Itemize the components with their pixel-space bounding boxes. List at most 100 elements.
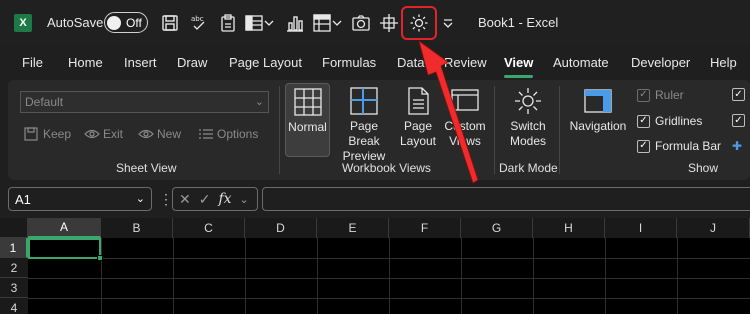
ribbon-separator <box>279 86 280 174</box>
eye-plus-icon <box>138 129 154 139</box>
row-header-3[interactable]: 3 <box>0 278 28 298</box>
grid-line <box>389 238 390 314</box>
new-label: New <box>157 127 182 141</box>
formula-bar-check-box: ✓ <box>637 139 650 153</box>
navigation-button[interactable]: Navigation <box>566 83 630 134</box>
column-header-j[interactable]: J <box>677 218 750 238</box>
column-header-f[interactable]: F <box>389 218 461 238</box>
gridlines-label: Gridlines <box>655 114 703 128</box>
toggle-knob <box>107 15 121 30</box>
chevron-down-icon[interactable] <box>263 12 275 34</box>
save-icon[interactable] <box>159 12 181 34</box>
formula-bar-checkbox[interactable]: ✓ Formula Bar <box>637 139 721 153</box>
options-button[interactable]: Options <box>198 127 258 141</box>
sheet-view-group-label: Sheet View <box>116 161 177 175</box>
freeze-panes-icon[interactable] <box>243 12 265 34</box>
camera-icon[interactable] <box>350 12 372 34</box>
chevron-down-icon-5[interactable]: ⌄ <box>240 193 249 206</box>
exit-button[interactable]: Exit <box>84 127 123 141</box>
select-all-corner[interactable] <box>0 218 28 238</box>
keep-button[interactable]: Keep <box>24 127 71 141</box>
switch-modes-label-1: Switch <box>510 119 546 133</box>
tab-help[interactable]: Help <box>710 55 737 70</box>
tab-data[interactable]: Data <box>397 55 424 70</box>
focus-cell-icon[interactable]: ✚ <box>732 139 742 153</box>
ruler-checkbox[interactable]: ✓ Ruler <box>637 88 684 102</box>
column-header-e[interactable]: E <box>317 218 389 238</box>
cancel-icon[interactable]: ✕ <box>179 191 191 208</box>
options-label: Options <box>217 127 259 141</box>
custom-views-button[interactable]: Custom Views <box>441 83 489 149</box>
show-group-label: Show <box>688 161 719 175</box>
page-layout-icon <box>408 87 429 115</box>
headings-checkbox[interactable]: ✓ <box>732 88 745 101</box>
formula-controls: ✕ ✓ fx ⌄ <box>172 187 258 211</box>
window-title: Book1 - Excel <box>478 15 559 30</box>
custom-views-icon <box>451 89 479 111</box>
page-break-preview-button[interactable]: Page Break Preview <box>333 83 395 164</box>
options-list-icon <box>199 129 213 139</box>
tab-developer[interactable]: Developer <box>631 55 690 70</box>
row-header-4[interactable]: 4 <box>0 298 28 314</box>
chart-icon[interactable] <box>284 12 306 34</box>
dark-mode-group-label: Dark Mode <box>499 161 558 175</box>
headings-check-box: ✓ <box>732 88 745 101</box>
navigation-label: Navigation <box>569 119 627 133</box>
sun-icon <box>515 88 541 114</box>
more-options-icon[interactable]: ⋮ <box>159 191 173 208</box>
tab-formulas[interactable]: Formulas <box>322 55 376 70</box>
chevron-down-icon-2[interactable] <box>331 12 343 34</box>
move-cells-icon[interactable] <box>378 12 400 34</box>
normal-view-icon <box>293 88 322 116</box>
sheet-view-dropdown[interactable]: Default ⌄ <box>20 91 269 113</box>
tab-insert[interactable]: Insert <box>124 55 157 70</box>
keep-icon <box>24 127 38 141</box>
spelling-icon[interactable]: abc <box>188 12 210 34</box>
switch-modes-button[interactable]: Switch Modes <box>502 83 554 149</box>
ruler-label: Ruler <box>655 88 684 102</box>
customize-qat-icon[interactable] <box>441 12 455 34</box>
column-header-h[interactable]: H <box>533 218 605 238</box>
ruler-check-box: ✓ <box>637 88 650 102</box>
excel-logo-icon: X <box>14 14 32 32</box>
tab-home[interactable]: Home <box>68 55 103 70</box>
grid-line <box>605 238 606 314</box>
row-header-1[interactable]: 1 <box>0 238 28 258</box>
page-layout-button[interactable]: Page Layout <box>398 83 438 149</box>
formula-bar-label: Formula Bar <box>655 139 722 153</box>
page-break-icon <box>350 87 378 115</box>
enter-check-icon[interactable]: ✓ <box>199 191 211 208</box>
switch-modes-label-2: Modes <box>509 134 547 148</box>
column-header-a[interactable]: A <box>28 218 101 238</box>
row-header-2[interactable]: 2 <box>0 258 28 278</box>
autosave-toggle[interactable]: Off <box>104 12 148 33</box>
pivot-table-icon[interactable] <box>311 12 333 34</box>
extra-checkbox[interactable]: ✓ <box>732 114 745 127</box>
highlight-box <box>401 6 437 40</box>
tab-draw[interactable]: Draw <box>177 55 207 70</box>
tab-view[interactable]: View <box>504 55 534 78</box>
eye-icon <box>84 129 100 139</box>
insert-function-button[interactable]: fx <box>218 191 231 207</box>
autosave-state: Off <box>126 15 142 30</box>
tab-file[interactable]: File <box>22 55 43 70</box>
keep-label: Keep <box>43 127 72 141</box>
gridlines-checkbox[interactable]: ✓ Gridlines <box>637 114 702 128</box>
column-header-g[interactable]: G <box>461 218 533 238</box>
normal-view-button[interactable]: Normal <box>285 83 330 157</box>
tab-page-layout[interactable]: Page Layout <box>229 55 302 70</box>
clipboard-icon[interactable] <box>217 12 239 34</box>
column-header-d[interactable]: D <box>245 218 317 238</box>
column-header-c[interactable]: C <box>173 218 245 238</box>
column-header-i[interactable]: I <box>605 218 677 238</box>
name-box[interactable]: A1 ⌄ <box>8 187 152 211</box>
fill-handle[interactable] <box>97 255 103 261</box>
normal-view-label: Normal <box>288 120 327 134</box>
tab-review[interactable]: Review <box>444 55 487 70</box>
tab-automate[interactable]: Automate <box>553 55 609 70</box>
column-header-b[interactable]: B <box>101 218 173 238</box>
active-cell-a1[interactable] <box>28 238 103 261</box>
grid-line <box>533 238 534 314</box>
new-button[interactable]: New <box>138 127 181 141</box>
formula-input[interactable] <box>262 187 750 211</box>
